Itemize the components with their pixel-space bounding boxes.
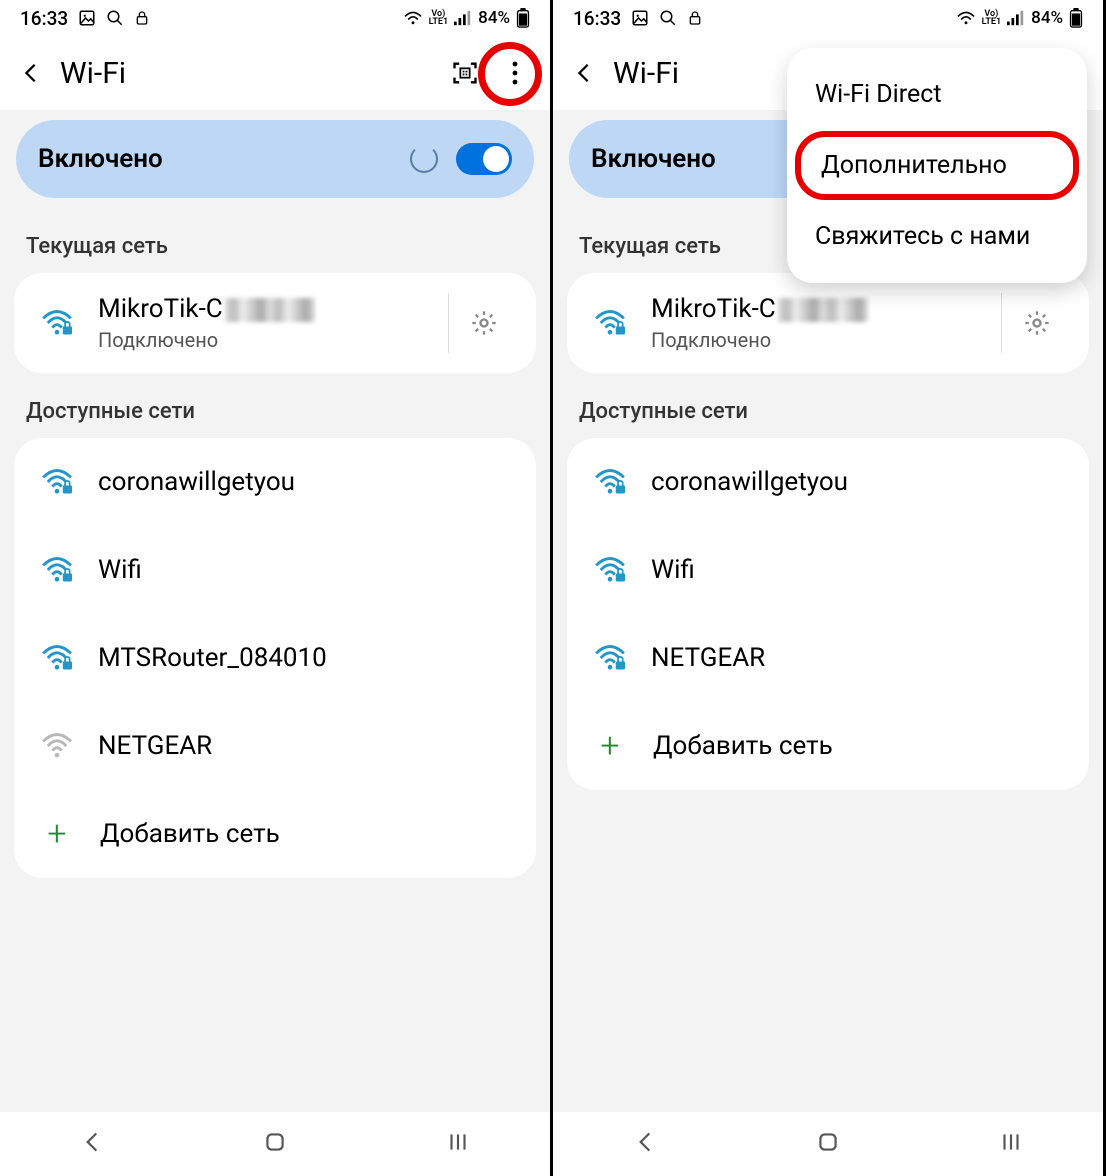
nav-recents-button[interactable] <box>445 1129 471 1159</box>
lock-icon <box>687 9 703 27</box>
network-row[interactable]: NETGEAR <box>14 702 536 790</box>
menu-item-contact[interactable]: Свяжитесь с нами <box>787 204 1087 269</box>
add-network-label: Добавить сеть <box>82 819 280 849</box>
network-ssid: coronawillgetyou <box>651 467 1071 497</box>
overflow-menu: Wi-Fi Direct Дополнительно Свяжитесь с н… <box>787 48 1087 283</box>
picture-icon <box>78 9 96 27</box>
wifi-secured-icon <box>585 308 635 338</box>
wifi-secured-icon <box>585 555 635 585</box>
gear-icon <box>1023 309 1051 337</box>
picture-icon <box>631 9 649 27</box>
current-network-card: MikroTik-C Подключено <box>14 273 536 373</box>
network-ssid: MTSRouter_084010 <box>98 643 518 673</box>
wifi-toggle-row[interactable]: Включено <box>16 120 534 198</box>
nav-home-button[interactable] <box>815 1129 841 1159</box>
network-row[interactable]: coronawillgetyou <box>567 438 1089 526</box>
connection-status: Подключено <box>98 328 448 352</box>
network-row[interactable]: Wifi <box>567 526 1089 614</box>
wifi-switch[interactable] <box>456 143 512 175</box>
qr-scan-button[interactable] <box>440 48 490 98</box>
available-networks-card: coronawillgetyou Wifi MTSRouter_084010 NETG… <box>14 438 536 878</box>
battery-percent: 84% <box>1031 8 1063 28</box>
page-title: Wi-Fi <box>60 56 440 91</box>
add-network-row[interactable]: +Добавить сеть <box>14 790 536 878</box>
network-settings-button[interactable] <box>1001 293 1071 353</box>
plus-icon: + <box>32 814 82 854</box>
network-ssid: NETGEAR <box>651 643 1071 673</box>
network-ssid: NETGEAR <box>98 731 518 761</box>
nav-home-button[interactable] <box>262 1129 288 1159</box>
network-settings-button[interactable] <box>448 293 518 353</box>
status-bar: 16:33 Vo)LTE1 84% <box>0 0 550 36</box>
volte-icon: Vo)LTE1 <box>982 10 1002 26</box>
network-ssid: coronawillgetyou <box>98 467 518 497</box>
available-networks-card: coronawillgetyou Wifi NETGEAR +Добавить сет… <box>567 438 1089 790</box>
wifi-secured-icon <box>32 643 82 673</box>
signal-icon <box>454 10 472 26</box>
status-time: 16:33 <box>20 7 68 30</box>
connection-status: Подключено <box>651 328 1001 352</box>
wifi-secured-icon <box>585 467 635 497</box>
wifi-toggle-label: Включено <box>38 144 163 174</box>
network-row[interactable]: Wifi <box>14 526 536 614</box>
volte-icon: Vo)LTE1 <box>429 10 449 26</box>
current-network-card: MikroTik-C Подключено <box>567 273 1089 373</box>
menu-item-advanced[interactable]: Дополнительно <box>795 131 1079 200</box>
phone-screen-right: 16:33 Vo)LTE1 84% Wi-Fi Wi-Fi Direct Доп… <box>553 0 1106 1176</box>
signal-icon <box>1007 10 1025 26</box>
wifi-status-icon <box>403 10 423 26</box>
network-ssid: Wifi <box>98 555 518 585</box>
battery-icon <box>516 8 530 28</box>
current-network-row[interactable]: MikroTik-C Подключено <box>14 273 536 373</box>
ssid-blurred <box>225 298 315 322</box>
network-row[interactable]: MTSRouter_084010 <box>14 614 536 702</box>
nav-bar <box>0 1112 550 1176</box>
wifi-status-icon <box>956 10 976 26</box>
add-network-row[interactable]: +Добавить сеть <box>567 702 1089 790</box>
add-network-label: Добавить сеть <box>635 731 833 761</box>
nav-back-button[interactable] <box>79 1129 105 1159</box>
back-button[interactable] <box>573 62 613 84</box>
nav-back-button[interactable] <box>632 1129 658 1159</box>
current-ssid: MikroTik-C <box>98 294 448 324</box>
phone-screen-left: 16:33 Vo)LTE1 84% Wi-Fi Включено <box>0 0 553 1176</box>
menu-item-wifi-direct[interactable]: Wi-Fi Direct <box>787 62 1087 127</box>
section-available: Доступные сети <box>0 373 550 438</box>
status-bar: 16:33 Vo)LTE1 84% <box>553 0 1103 36</box>
current-ssid: MikroTik-C <box>651 294 1001 324</box>
section-available: Доступные сети <box>553 373 1103 438</box>
wifi-secured-icon <box>32 308 82 338</box>
plus-icon: + <box>585 726 635 766</box>
nav-bar <box>553 1112 1103 1176</box>
network-ssid: Wifi <box>651 555 1071 585</box>
back-button[interactable] <box>20 62 60 84</box>
current-network-row[interactable]: MikroTik-C Подключено <box>567 273 1089 373</box>
wifi-secured-icon <box>32 555 82 585</box>
more-options-button[interactable] <box>490 48 540 98</box>
network-row[interactable]: NETGEAR <box>567 614 1089 702</box>
wifi-secured-icon <box>585 643 635 673</box>
header: Wi-Fi <box>0 36 550 110</box>
lock-icon <box>134 9 150 27</box>
wifi-open-icon <box>32 731 82 761</box>
search-icon <box>106 9 124 27</box>
loading-spinner-icon <box>410 145 438 173</box>
wifi-secured-icon <box>32 467 82 497</box>
ssid-blurred <box>778 298 868 322</box>
search-icon <box>659 9 677 27</box>
nav-recents-button[interactable] <box>998 1129 1024 1159</box>
section-current: Текущая сеть <box>0 208 550 273</box>
status-time: 16:33 <box>573 7 621 30</box>
battery-percent: 84% <box>478 8 510 28</box>
network-row[interactable]: coronawillgetyou <box>14 438 536 526</box>
gear-icon <box>470 309 498 337</box>
wifi-toggle-label: Включено <box>591 144 716 174</box>
battery-icon <box>1069 8 1083 28</box>
